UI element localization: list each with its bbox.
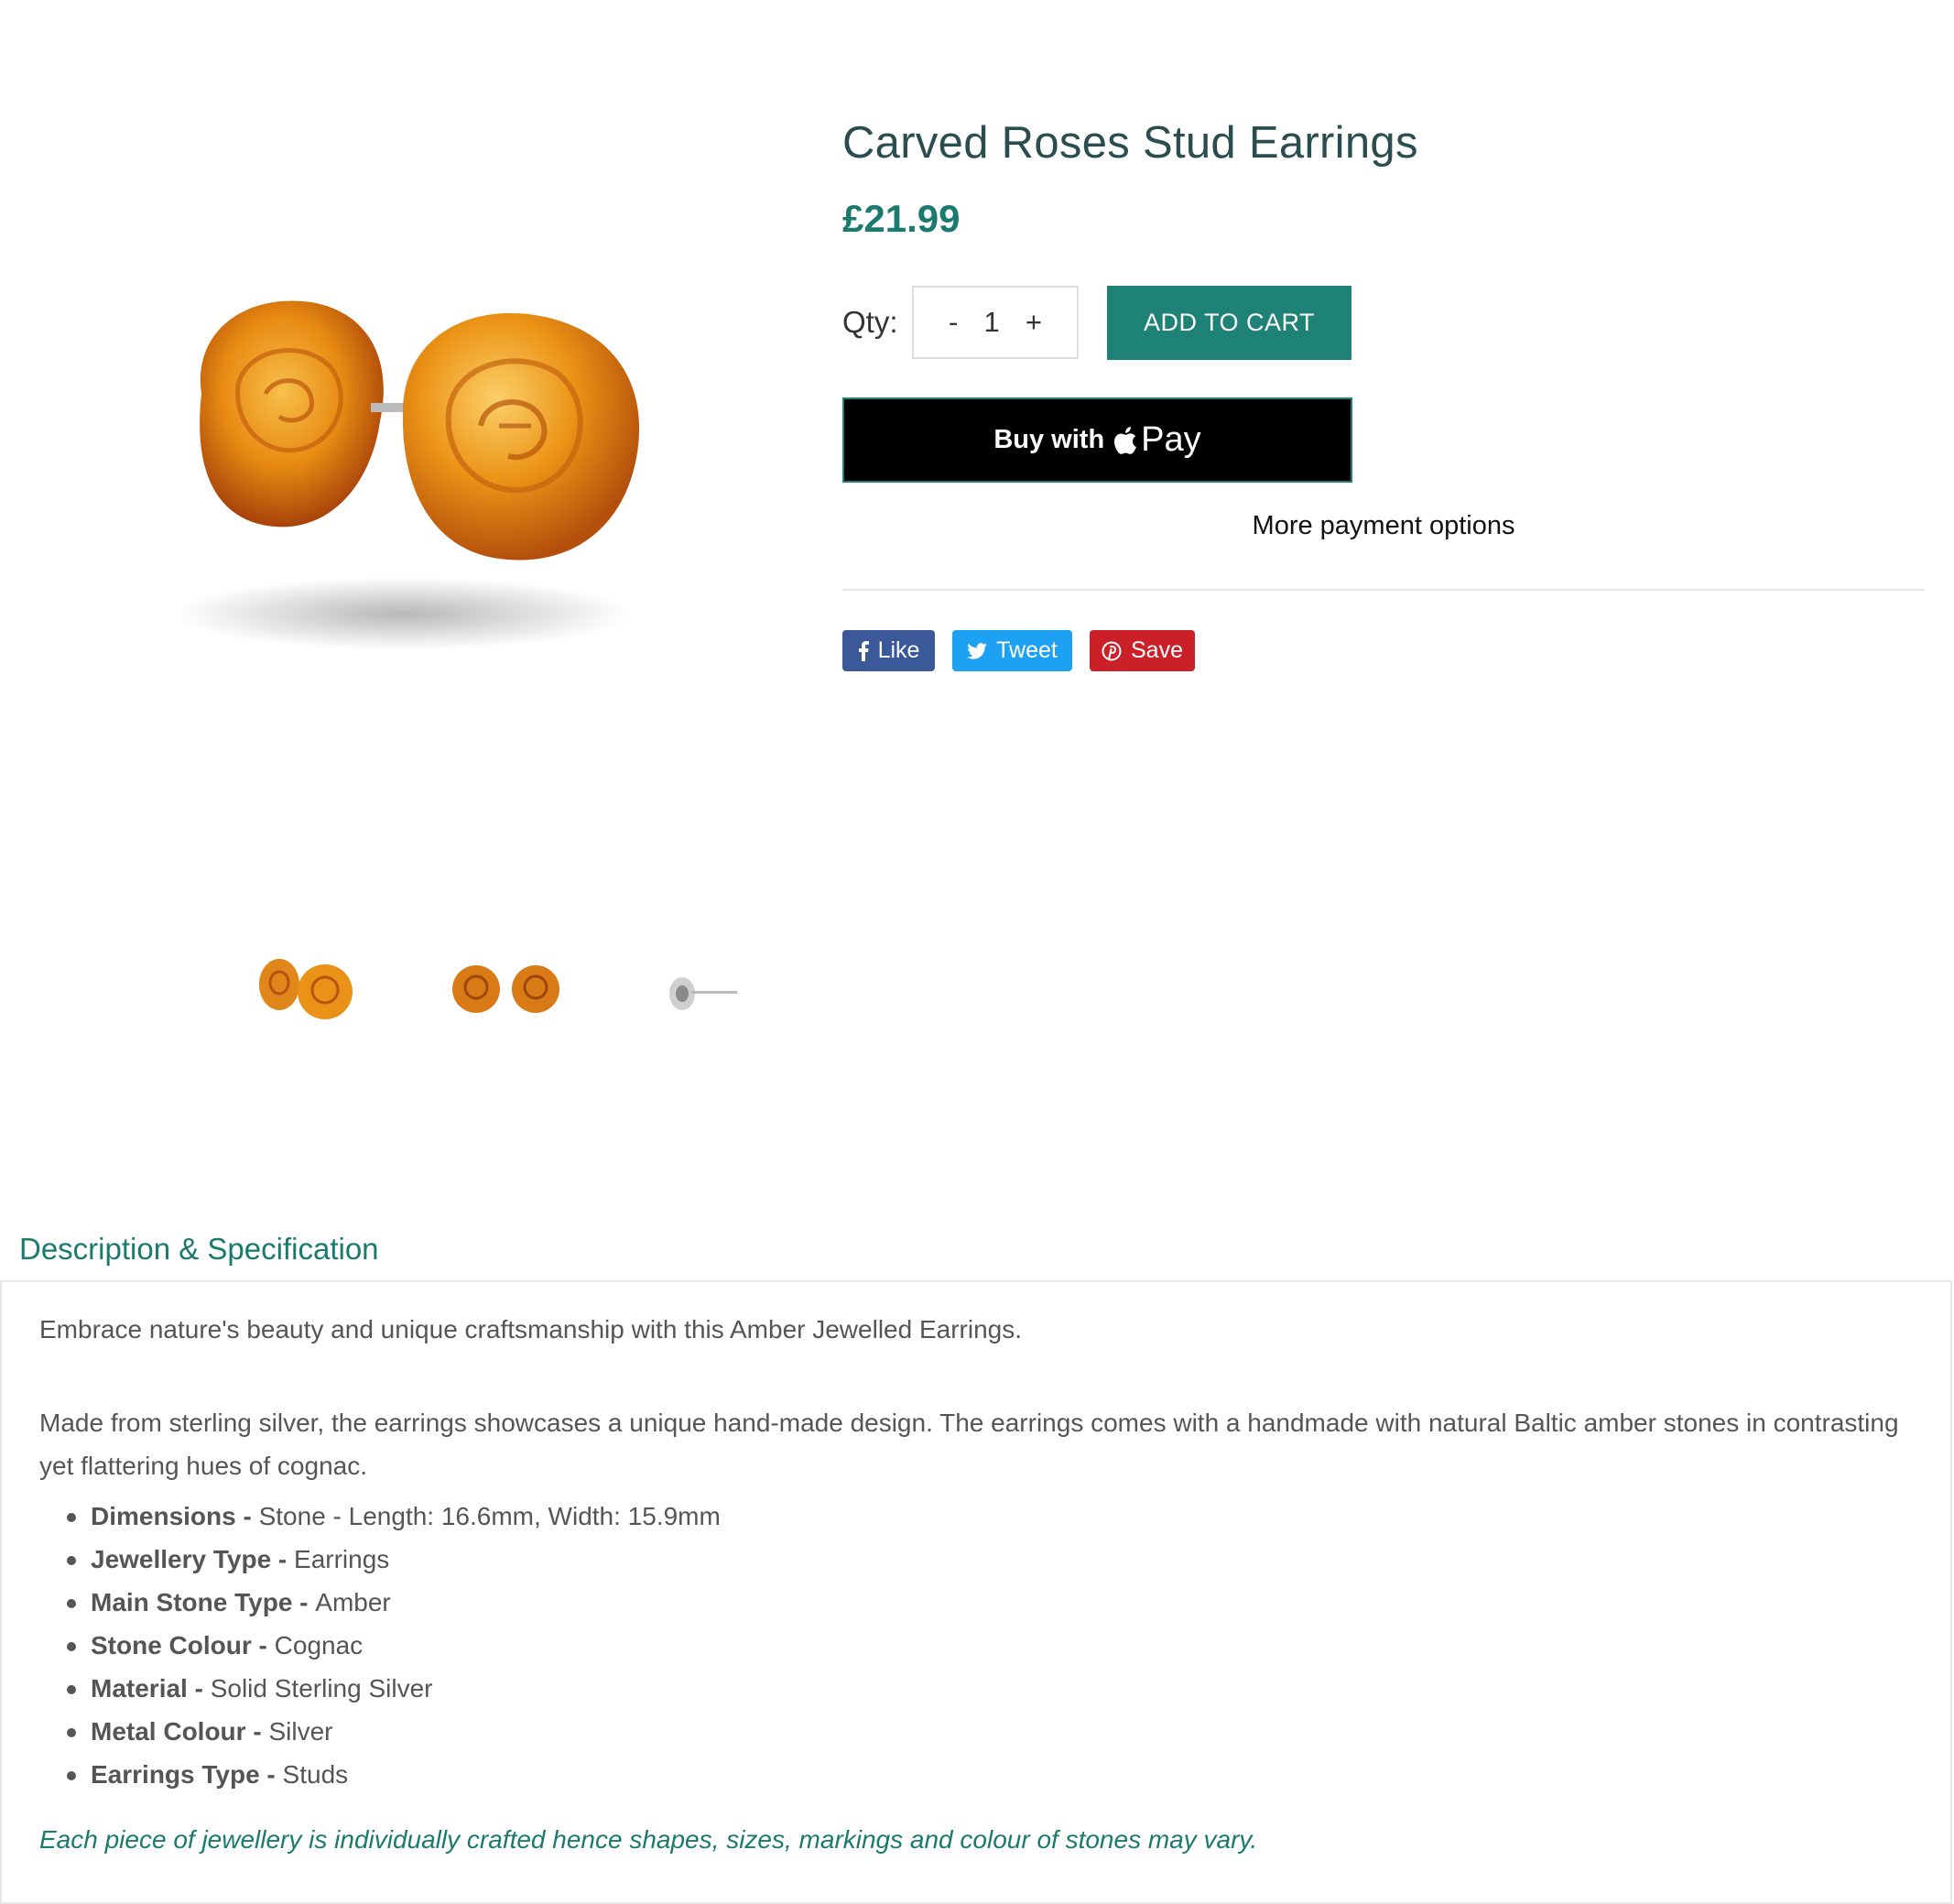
spec-value: Solid Sterling Silver (210, 1674, 433, 1703)
facebook-icon (858, 640, 869, 661)
pinterest-icon (1102, 641, 1122, 661)
spec-label: Stone Colour - (91, 1631, 275, 1659)
list-item: Jewellery Type - Earrings (39, 1538, 721, 1581)
specification-list: Dimensions - Stone - Length: 16.6mm, Wid… (39, 1495, 721, 1796)
list-item: Main Stone Type - Amber (39, 1581, 721, 1624)
thumbnail-3[interactable] (641, 939, 778, 1049)
apple-icon (1112, 425, 1137, 456)
quantity-value[interactable]: 1 (983, 306, 999, 339)
list-item: Earrings Type - Studs (39, 1753, 721, 1796)
list-item: Metal Colour - Silver (39, 1710, 721, 1753)
add-to-cart-button[interactable]: ADD TO CART (1107, 286, 1352, 360)
spec-label: Dimensions - (91, 1502, 259, 1530)
description-heading: Description & Specification (19, 1232, 379, 1266)
divider (842, 589, 1925, 591)
spec-label: Earrings Type - (91, 1760, 283, 1789)
quantity-increase-button[interactable]: + (1026, 306, 1042, 339)
product-title: Carved Roses Stud Earrings (842, 118, 1418, 168)
description-note: Each piece of jewellery is individually … (39, 1825, 1258, 1854)
pinterest-save-button[interactable]: Save (1090, 630, 1195, 671)
apple-pay-label: Buy with (993, 425, 1105, 454)
spec-value: Amber (315, 1588, 391, 1616)
spec-value: Earrings (294, 1545, 390, 1573)
spec-label: Material - (91, 1674, 211, 1703)
quantity-label: Qty: (842, 305, 898, 339)
spec-label: Main Stone Type - (91, 1588, 316, 1616)
apple-pay-wordmark: Pay (1141, 420, 1201, 459)
thumbnail-1[interactable] (238, 939, 375, 1049)
spec-value: Stone - Length: 16.6mm, Width: 15.9mm (258, 1502, 721, 1530)
like-label: Like (877, 637, 920, 663)
list-item: Material - Solid Sterling Silver (39, 1667, 721, 1710)
spec-label: Metal Colour - (91, 1717, 269, 1746)
quantity-decrease-button[interactable]: - (949, 306, 958, 339)
spec-value: Studs (282, 1760, 349, 1789)
list-item: Dimensions - Stone - Length: 16.6mm, Wid… (39, 1495, 721, 1538)
twitter-icon (967, 642, 987, 659)
quantity-stepper: - 1 + (912, 286, 1079, 359)
spec-value: Cognac (274, 1631, 364, 1659)
apple-pay-button[interactable]: Buy with Pay (842, 397, 1352, 483)
product-main-image[interactable] (137, 229, 723, 705)
twitter-tweet-button[interactable]: Tweet (952, 630, 1072, 671)
thumbnail-2[interactable] (440, 939, 577, 1049)
spec-value: Silver (268, 1717, 333, 1746)
description-body: Made from sterling silver, the earrings … (39, 1409, 1899, 1480)
thumbnail-strip (238, 939, 806, 1049)
spec-label: Jewellery Type - (91, 1545, 295, 1573)
more-payment-options-link[interactable]: More payment options (842, 511, 1925, 541)
product-price: £21.99 (842, 197, 961, 240)
list-item: Stone Colour - Cognac (39, 1624, 721, 1667)
facebook-like-button[interactable]: Like (842, 630, 935, 671)
description-intro: Embrace nature's beauty and unique craft… (39, 1315, 1023, 1344)
save-label: Save (1131, 637, 1183, 663)
tweet-label: Tweet (996, 637, 1058, 663)
